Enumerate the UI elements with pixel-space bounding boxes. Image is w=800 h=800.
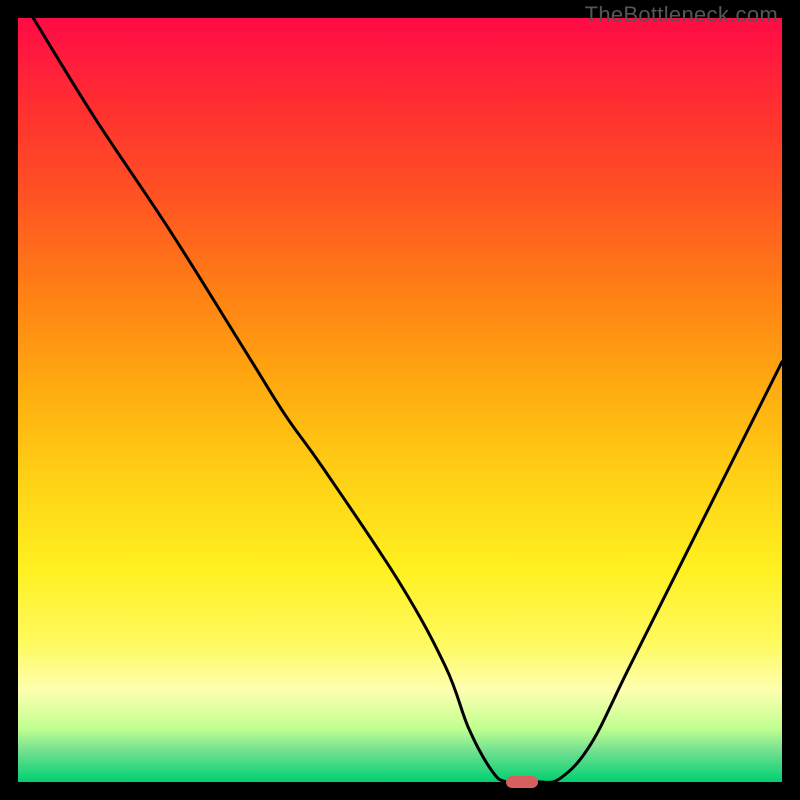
curve-svg <box>18 18 782 782</box>
bottleneck-curve <box>33 18 782 782</box>
optimal-marker <box>506 776 538 788</box>
chart-container: TheBottleneck.com <box>0 0 800 800</box>
plot-area <box>18 18 782 782</box>
watermark: TheBottleneck.com <box>585 2 778 28</box>
